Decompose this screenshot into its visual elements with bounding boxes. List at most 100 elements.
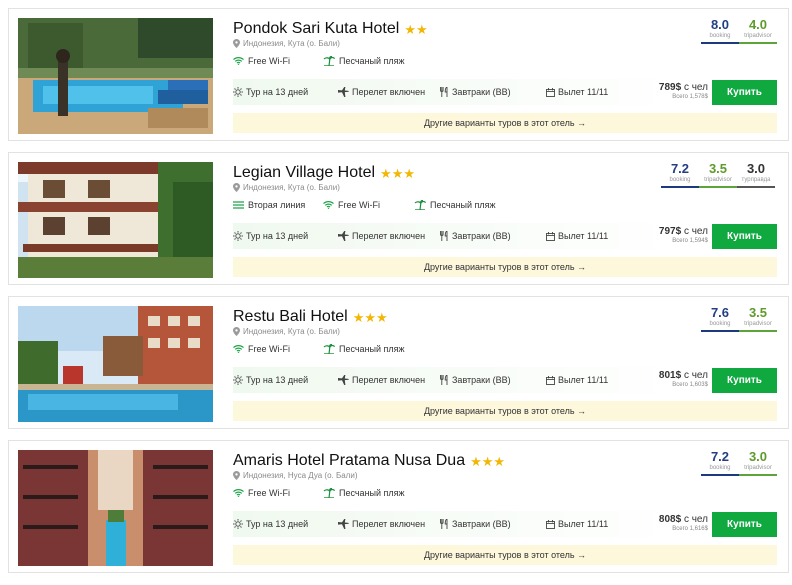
price-per-person: 808$ <box>658 514 682 525</box>
star-rating: ★ ★ ★ <box>380 167 415 180</box>
star-icon: ★ <box>352 309 365 325</box>
location-text: Индонезия, Кута (о. Бали) <box>243 183 340 192</box>
tour-meals: Завтраки (BB) <box>440 511 511 537</box>
price-suffix: с чел <box>683 82 708 93</box>
price-box: 789$ с чел Всего 1,578$ <box>659 82 708 101</box>
location-text: Индонезия, Кута (о. Бали) <box>243 327 340 336</box>
other-tours-link[interactable]: Другие варианты туров в этот отель → <box>233 545 777 565</box>
buy-button[interactable]: Купить <box>712 80 777 105</box>
cutlery-icon <box>440 87 448 97</box>
palm-beach-icon <box>323 488 335 498</box>
rating-booking[interactable]: 7.6 booking <box>701 305 739 332</box>
hotel-photo[interactable] <box>18 306 213 422</box>
other-tours-link[interactable]: Другие варианты туров в этот отель → <box>233 401 777 421</box>
tour-departure: Вылет 11/11 <box>546 367 608 393</box>
star-icon: ★ <box>403 165 415 181</box>
wifi-icon <box>233 345 244 353</box>
tour-info-bar: Тур на 13 дней Перелет включен Завтраки … <box>233 79 710 105</box>
price-box: 808$ с чел Всего 1,616$ <box>659 514 708 533</box>
location-pin-icon <box>233 327 240 336</box>
cutlery-icon <box>440 375 448 385</box>
star-rating: ★ ★ ★ <box>470 455 505 468</box>
tour-duration: Тур на 13 дней <box>233 223 308 249</box>
price-total: Всего 1,578$ <box>672 94 708 100</box>
tour-info-bar: Тур на 13 дней Перелет включен Завтраки … <box>233 367 710 393</box>
hotel-name[interactable]: Restu Bali Hotel <box>233 308 348 326</box>
rating-tripadvisor[interactable]: 3.0 tripadvisor <box>739 449 777 476</box>
hotel-photo[interactable] <box>18 18 213 134</box>
wifi-icon <box>323 201 334 209</box>
star-rating: ★ ★ ★ <box>353 311 388 324</box>
palm-beach-icon <box>323 56 335 66</box>
hotel-name[interactable]: Pondok Sari Kuta Hotel <box>233 20 399 38</box>
star-icon: ★ <box>493 453 506 469</box>
rating-booking[interactable]: 7.2 booking <box>701 449 739 476</box>
tour-meals: Завтраки (BB) <box>440 223 511 249</box>
price-per-person: 801$ <box>658 370 682 381</box>
hotel-name[interactable]: Amaris Hotel Pratama Nusa Dua <box>233 452 465 470</box>
buy-button[interactable]: Купить <box>712 512 777 537</box>
amenity-wifi: Free Wi-Fi <box>323 200 414 210</box>
location-pin-icon <box>233 39 240 48</box>
hotel-card: Pondok Sari Kuta Hotel ★ ★ Индонезия, Ку… <box>8 8 789 141</box>
sun-icon <box>233 375 243 385</box>
star-icon: ★ <box>380 165 392 181</box>
price-box: 797$ с чел Всего 1,594$ <box>659 226 708 245</box>
ratings: 7.6 booking 3.5 tripadvisor <box>701 305 777 332</box>
tour-info-bar: Тур на 13 дней Перелет включен Завтраки … <box>233 511 710 537</box>
calendar-icon <box>546 519 555 529</box>
star-icon: ★ <box>364 309 377 325</box>
hotel-location: Индонезия, Кута (о. Бали) <box>233 39 340 48</box>
star-icon: ★ <box>391 165 404 181</box>
cutlery-icon <box>440 231 448 241</box>
tour-meals: Завтраки (BB) <box>440 367 511 393</box>
price-suffix: с чел <box>683 370 708 381</box>
hotel-location: Индонезия, Нуса Дуа (о. Бали) <box>233 471 357 480</box>
rating-booking[interactable]: 8.0 booking <box>701 17 739 44</box>
rating-tripadvisor[interactable]: 4.0 tripadvisor <box>739 17 777 44</box>
cutlery-icon <box>440 519 448 529</box>
rating-booking[interactable]: 7.2 booking <box>661 161 699 188</box>
location-pin-icon <box>233 183 240 192</box>
hotel-location: Индонезия, Кута (о. Бали) <box>233 183 340 192</box>
location-text: Индонезия, Нуса Дуа (о. Бали) <box>243 471 358 480</box>
price-total: Всего 1,616$ <box>672 526 708 532</box>
hotel-photo[interactable] <box>18 450 213 566</box>
buy-button[interactable]: Купить <box>712 368 777 393</box>
price-suffix: с чел <box>683 514 708 525</box>
price-per-person: 797$ <box>658 226 682 237</box>
tour-flight: Перелет включен <box>338 79 425 105</box>
other-tours-link[interactable]: Другие варианты туров в этот отель → <box>233 257 777 277</box>
amenity-second-line: Вторая линия <box>233 200 323 210</box>
wifi-icon <box>233 57 244 65</box>
ratings: 8.0 booking 4.0 tripadvisor <box>701 17 777 44</box>
amenity-wifi: Free Wi-Fi <box>233 344 323 354</box>
hotel-name[interactable]: Legian Village Hotel <box>233 164 375 182</box>
star-icon: ★ <box>481 453 494 469</box>
star-rating: ★ ★ <box>404 23 427 36</box>
rating-tripadvisor[interactable]: 3.5 tripadvisor <box>699 161 737 188</box>
hotel-photo[interactable] <box>18 162 213 278</box>
amenities: Вторая линия Free Wi-Fi Песчаный пляж <box>233 198 496 212</box>
tour-info-bar: Тур на 13 дней Перелет включен Завтраки … <box>233 223 710 249</box>
buy-button[interactable]: Купить <box>712 224 777 249</box>
tour-departure: Вылет 11/11 <box>546 223 608 249</box>
hotel-location: Индонезия, Кута (о. Бали) <box>233 327 340 336</box>
ratings: 7.2 booking 3.0 tripadvisor <box>701 449 777 476</box>
hotel-card: Amaris Hotel Pratama Nusa Dua ★ ★ ★ Индо… <box>8 440 789 573</box>
amenities: Free Wi-Fi Песчаный пляж <box>233 54 405 68</box>
calendar-icon <box>546 231 555 241</box>
palm-beach-icon <box>414 200 426 210</box>
plane-icon <box>338 375 349 385</box>
tour-departure: Вылет 11/11 <box>546 79 608 105</box>
wifi-icon <box>233 489 244 497</box>
sun-icon <box>233 231 243 241</box>
other-tours-link[interactable]: Другие варианты туров в этот отель → <box>233 113 777 133</box>
rating-tripadvisor[interactable]: 3.5 tripadvisor <box>739 305 777 332</box>
amenities: Free Wi-Fi Песчаный пляж <box>233 342 405 356</box>
hotel-card: Restu Bali Hotel ★ ★ ★ Индонезия, Кута (… <box>8 296 789 429</box>
rating-tourprava[interactable]: 3.0 турправда <box>737 161 775 188</box>
amenity-wifi: Free Wi-Fi <box>233 56 323 66</box>
second-line-icon <box>233 201 244 209</box>
palm-beach-icon <box>323 344 335 354</box>
